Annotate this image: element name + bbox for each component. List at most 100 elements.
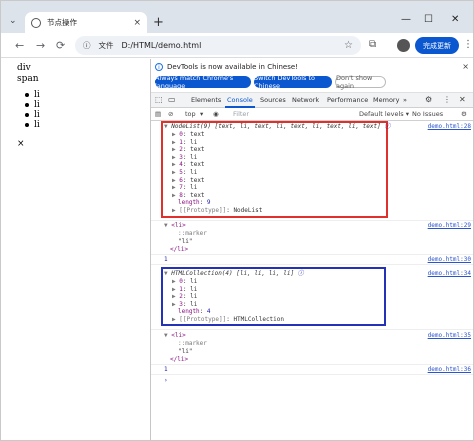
- nodelist-entry[interactable]: ▶ 2: text: [172, 146, 205, 154]
- switch-chinese-button[interactable]: Switch DevTools to Chinese: [254, 74, 332, 90]
- tab-search-button[interactable]: ⌄: [9, 16, 17, 26]
- issues-counter[interactable]: No Issues: [412, 110, 443, 118]
- source-link[interactable]: demo.html:29: [428, 222, 471, 230]
- tab-title: 节点操作: [47, 18, 77, 27]
- more-tabs-icon[interactable]: »: [403, 96, 407, 104]
- url-text[interactable]: D:/HTML/demo.html: [122, 41, 345, 50]
- number-output: 1: [164, 366, 168, 373]
- extensions-icon[interactable]: ⧉: [369, 39, 376, 50]
- source-link[interactable]: demo.html:34: [428, 270, 471, 278]
- site-info-icon[interactable]: ⓘ: [83, 40, 91, 51]
- nodelist-entry[interactable]: ▶ 8: text: [172, 192, 205, 200]
- bookmark-star-icon[interactable]: ☆: [344, 40, 353, 51]
- collection-prototype[interactable]: ▶ [[Prototype]]: HTMLCollection: [172, 316, 284, 324]
- dont-show-again-button[interactable]: Don't show again: [335, 74, 386, 90]
- reload-button[interactable]: ⟳: [56, 39, 65, 52]
- nodelist-entry[interactable]: ▶ 1: li: [172, 139, 197, 147]
- console-filter-input[interactable]: Filter: [233, 110, 249, 118]
- new-tab-button[interactable]: +: [153, 15, 164, 30]
- tab-active[interactable]: 节点操作 ×: [25, 12, 147, 33]
- source-link[interactable]: demo.html:28: [428, 123, 471, 131]
- inspect-element-icon[interactable]: ⬚: [155, 95, 163, 104]
- nodelist-entry[interactable]: ▶ 7: li: [172, 184, 197, 192]
- collection-entry[interactable]: ▶ 2: li: [172, 293, 197, 301]
- li-element-close: </li>: [170, 356, 189, 363]
- finish-update-button[interactable]: 完成更新: [415, 37, 459, 54]
- minimize-button[interactable]: —: [401, 14, 411, 25]
- li-marker: ::marker: [178, 340, 207, 347]
- profile-avatar[interactable]: [397, 39, 410, 52]
- page-list: li li li li: [25, 90, 40, 130]
- span-text: span: [17, 74, 39, 84]
- info-badge-icon: ⓘ: [294, 270, 304, 277]
- collection-length: length: 4: [178, 308, 211, 316]
- address-bar[interactable]: ⓘ 文件 D:/HTML/demo.html ☆: [75, 36, 361, 55]
- source-link[interactable]: demo.html:30: [428, 256, 471, 264]
- tab-sources[interactable]: Sources: [260, 96, 286, 104]
- infobar-close-icon[interactable]: ×: [462, 62, 469, 71]
- page-viewport: div span li li li li ×: [1, 59, 150, 440]
- tab-close-icon[interactable]: ×: [133, 18, 141, 28]
- browser-menu-icon[interactable]: ⋮: [463, 39, 473, 50]
- context-select[interactable]: top: [185, 110, 196, 118]
- info-icon: i: [155, 63, 163, 71]
- collection-entry[interactable]: ▶ 3: li: [172, 301, 197, 309]
- li-element-close: </li>: [170, 246, 189, 253]
- nodelist-header[interactable]: ▼ NodeList(9) [text, li, text, li, text,…: [164, 123, 390, 131]
- devtools-close-icon[interactable]: ✕: [459, 95, 466, 104]
- div-text: div: [17, 63, 31, 73]
- language-infobar: i DevTools is now available in Chinese! …: [151, 59, 473, 93]
- nodelist-entry[interactable]: ▶ 5: li: [172, 169, 197, 177]
- tab-network[interactable]: Network: [292, 96, 319, 104]
- nodelist-length: length: 9: [178, 199, 211, 207]
- back-button[interactable]: ←: [15, 39, 24, 52]
- collection-header[interactable]: ▼ HTMLCollection(4) [li, li, li, li] ⓘ: [164, 270, 304, 278]
- nodelist-entry[interactable]: ▶ 3: li: [172, 154, 197, 162]
- tab-memory[interactable]: Memory: [373, 96, 399, 104]
- li-element-open[interactable]: ▼ <li>: [164, 332, 186, 340]
- clear-console-icon[interactable]: ⊘: [168, 110, 173, 118]
- console-separator: [151, 329, 473, 330]
- li-text: "li": [178, 348, 193, 355]
- console-separator: [151, 220, 473, 221]
- nodelist-entry[interactable]: ▶ 6: text: [172, 177, 205, 185]
- nodelist-prototype[interactable]: ▶ [[Prototype]]: NodeList: [172, 207, 262, 215]
- li-marker: ::marker: [178, 230, 207, 237]
- context-chevron-icon[interactable]: ▾: [200, 110, 203, 118]
- console-prompt[interactable]: ›: [164, 377, 168, 385]
- x-text: ×: [17, 139, 25, 149]
- file-chip: 文件: [98, 41, 114, 50]
- log-levels-select[interactable]: Default levels ▾: [359, 110, 409, 118]
- tab-elements[interactable]: Elements: [191, 96, 221, 104]
- console-settings-gear-icon[interactable]: ⚙: [461, 110, 467, 118]
- match-language-button[interactable]: Always match Chrome's language: [155, 74, 251, 90]
- source-link[interactable]: demo.html:35: [428, 332, 471, 340]
- infobar-message: DevTools is now available in Chinese!: [167, 63, 298, 71]
- sidebar-toggle-icon[interactable]: ▤: [155, 110, 161, 118]
- console-separator: [151, 264, 473, 265]
- maximize-button[interactable]: ☐: [424, 14, 433, 25]
- li-element-open[interactable]: ▼ <li>: [164, 222, 186, 230]
- browser-window: ⌄ 节点操作 × + — ☐ ✕ ← → ⟳ ⓘ 文件 D:/HTML/demo…: [0, 0, 474, 441]
- nodelist-entry[interactable]: ▶ 4: text: [172, 161, 205, 169]
- console-output: ▼ NodeList(9) [text, li, text, li, text,…: [151, 121, 473, 440]
- bullet-icon: [25, 103, 29, 107]
- forward-button[interactable]: →: [36, 39, 45, 52]
- close-window-button[interactable]: ✕: [451, 14, 459, 25]
- nodelist-entry[interactable]: ▶ 0: text: [172, 131, 205, 139]
- live-expression-eye-icon[interactable]: ◉: [213, 110, 219, 118]
- number-output: 1: [164, 256, 168, 263]
- devtools-tabbar: ⬚ ▭ Elements Console Sources Network Per…: [151, 93, 473, 108]
- list-item: li: [25, 100, 40, 110]
- settings-gear-icon[interactable]: ⚙: [425, 95, 432, 104]
- tab-console[interactable]: Console: [227, 96, 253, 104]
- devtools-panel: i DevTools is now available in Chinese! …: [150, 59, 473, 440]
- device-toolbar-icon[interactable]: ▭: [168, 95, 176, 104]
- info-badge-icon: ⓘ: [380, 123, 391, 130]
- source-link[interactable]: demo.html:36: [428, 366, 471, 374]
- devtools-menu-icon[interactable]: ⋮: [443, 95, 451, 104]
- collection-entry[interactable]: ▶ 0: li: [172, 278, 197, 286]
- tab-performance[interactable]: Performance: [327, 96, 368, 104]
- collection-entry[interactable]: ▶ 1: li: [172, 286, 197, 294]
- list-item: li: [25, 110, 40, 120]
